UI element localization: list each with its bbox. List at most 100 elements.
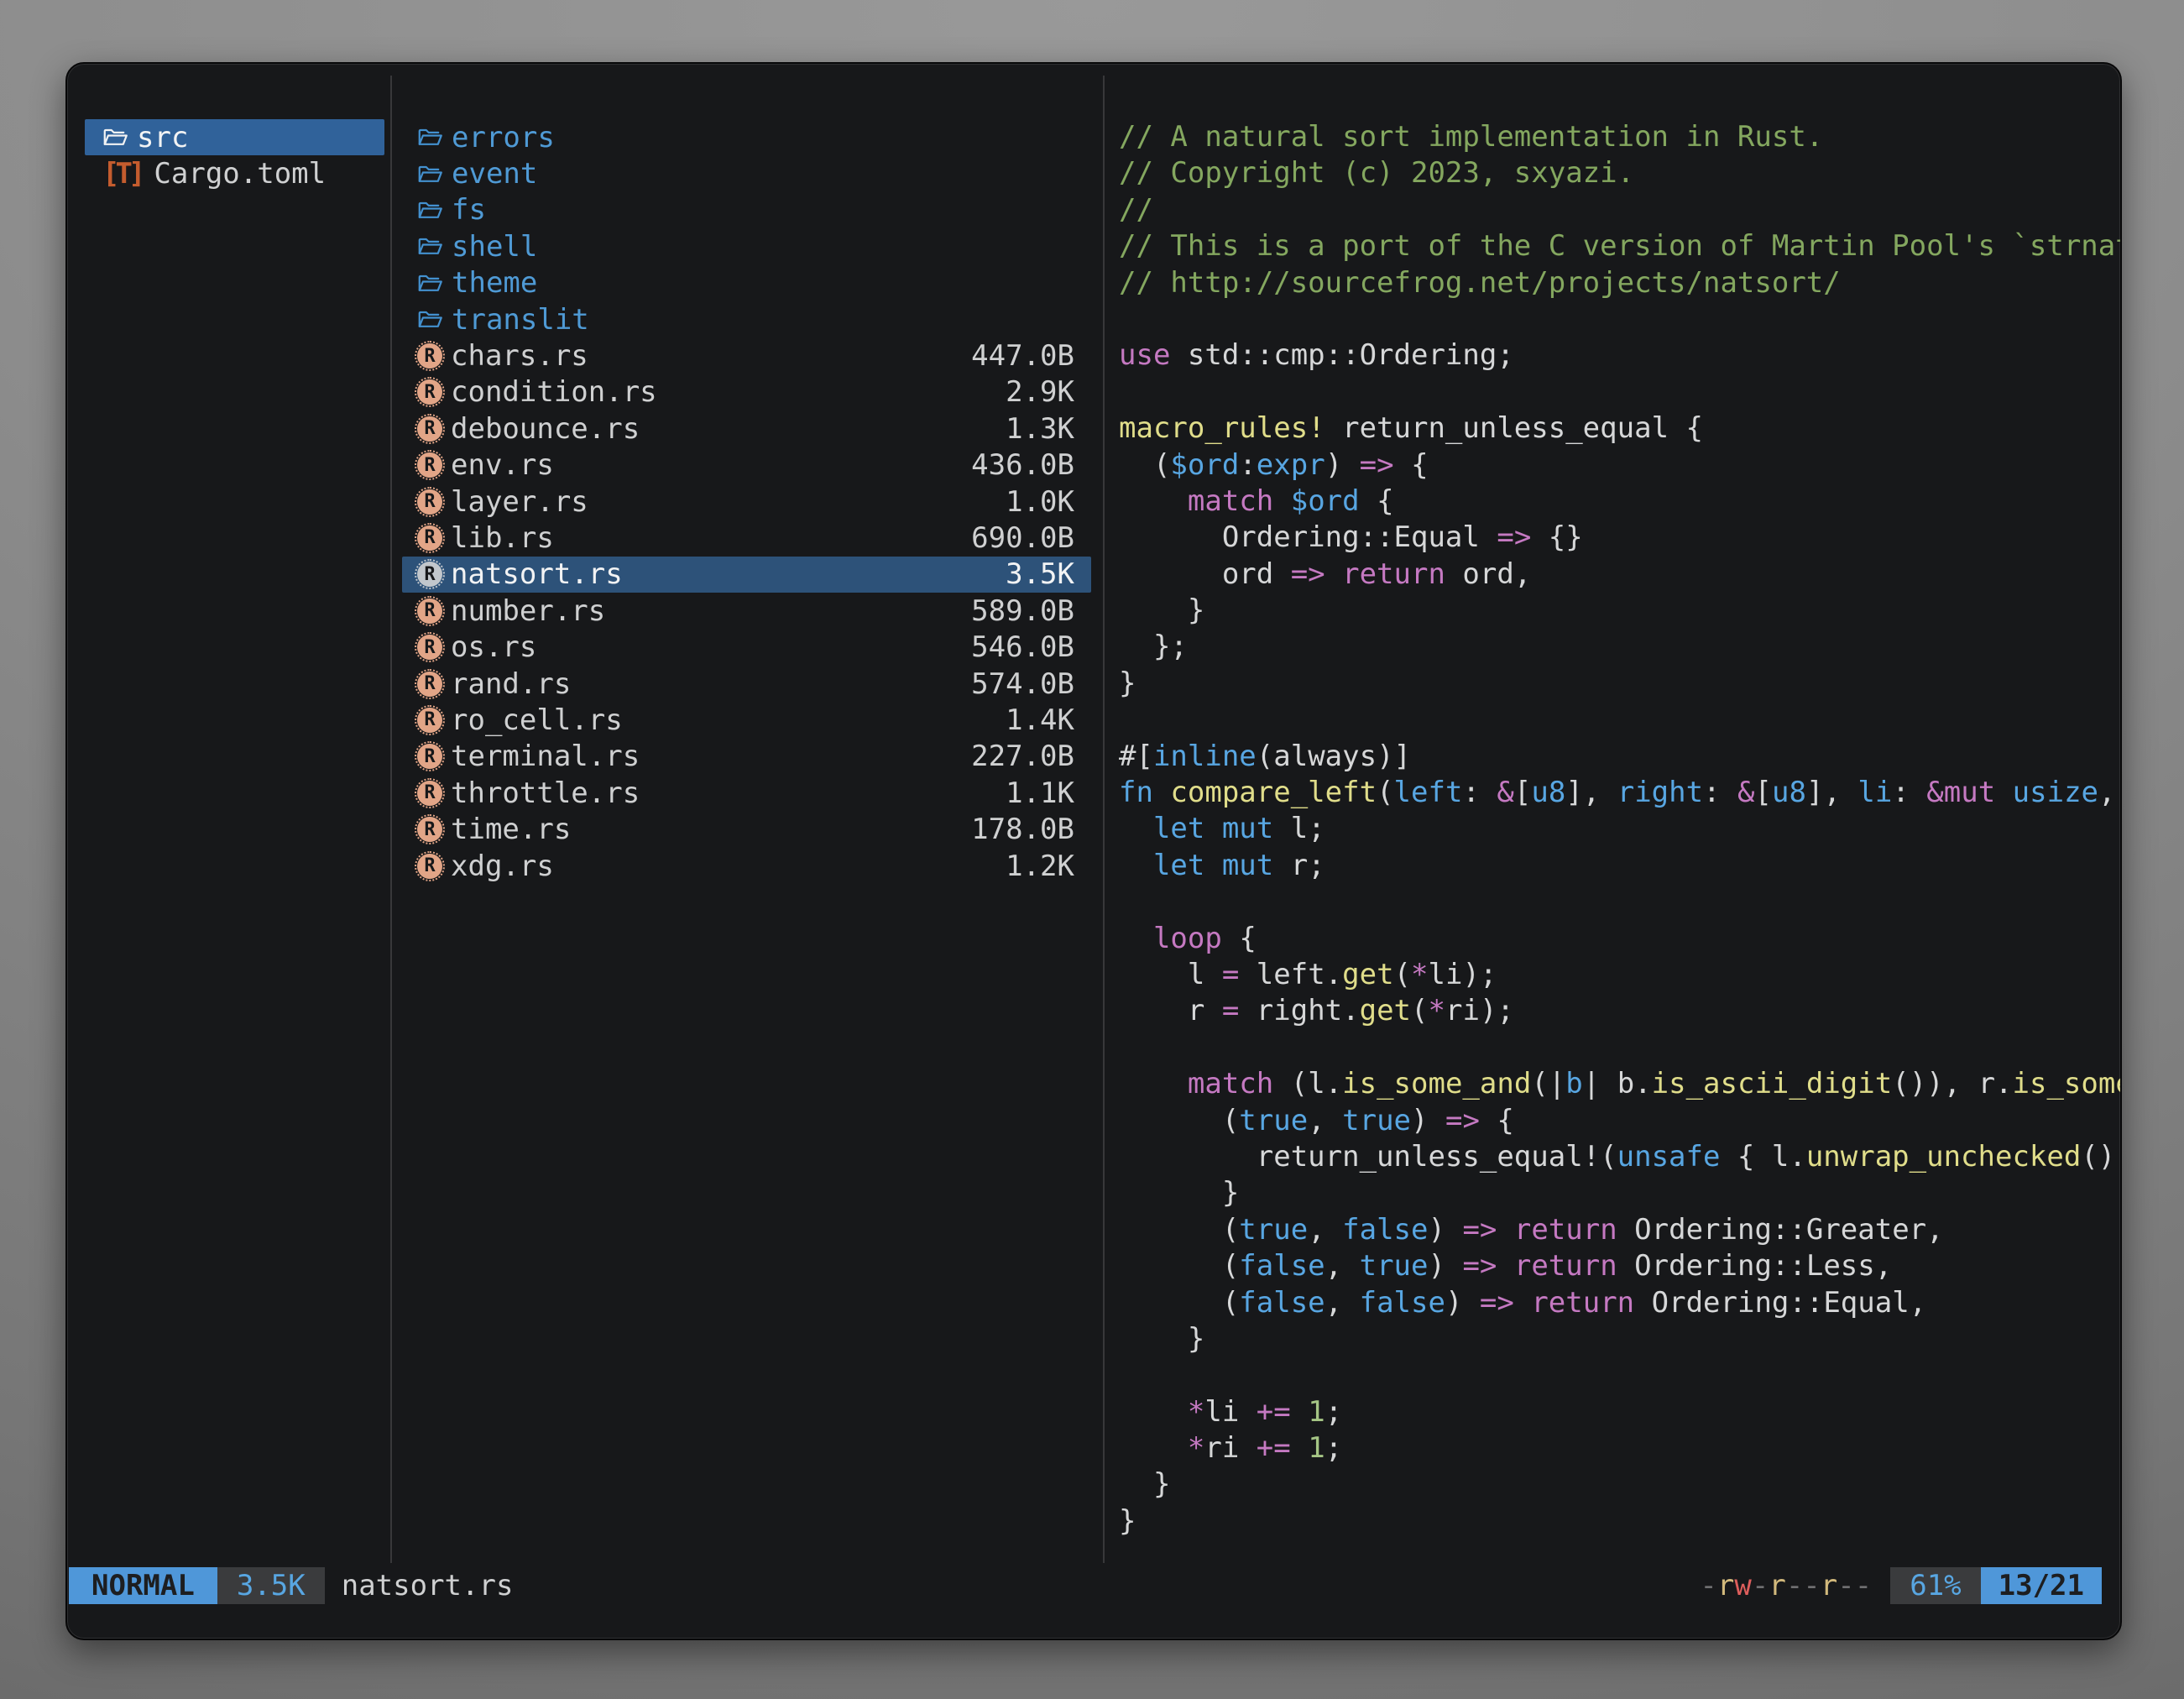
code-line [1119,702,2120,738]
file-name: event [452,157,537,191]
code-line: (false, false) => return Ordering::Equal… [1119,1285,2120,1321]
scroll-percent-badge: 61% [1890,1567,1980,1604]
file-name: time.rs [451,813,571,846]
file-row-errors[interactable]: errors [402,119,1091,155]
code-line: let mut r; [1119,848,2120,884]
file-size: 227.0B [971,740,1091,773]
file-name: natsort.rs [451,557,623,591]
file-row-terminal.rs[interactable]: Rterminal.rs227.0B [402,739,1091,775]
file-size: 436.0B [971,448,1091,482]
file-row-os.rs[interactable]: Ros.rs546.0B [402,629,1091,665]
rust-file-icon: R [417,416,442,442]
code-line: loop { [1119,921,2120,957]
code-line: } [1119,1321,2120,1357]
file-name: layer.rs [451,485,588,519]
file-name: lib.rs [451,521,554,555]
code-line: } [1119,1175,2120,1211]
rust-file-icon: R [417,599,442,624]
current-pane: errorseventfsshellthemetranslit Rchars.rs… [392,76,1105,1563]
file-name: ro_cell.rs [451,703,623,737]
file-row-condition.rs[interactable]: Rcondition.rs 2.9K [402,374,1091,410]
file-row-natsort.rs[interactable]: Rnatsort.rs3.5K [402,557,1091,593]
file-row-lib.rs[interactable]: Rlib.rs690.0B [402,520,1091,556]
file-size: 1.4K [1006,703,1091,737]
file-row-throttle.rs[interactable]: Rthrottle.rs1.1K [402,775,1091,811]
code-line: (true, true) => { [1119,1103,2120,1139]
code-line: } [1119,593,2120,629]
rust-file-icon: R [417,452,442,478]
code-line [1119,884,2120,920]
file-name: fs [452,193,486,227]
file-row-theme[interactable]: theme [402,265,1091,301]
file-size: 546.0B [971,630,1091,664]
file-row-translit[interactable]: translit [402,301,1091,337]
rust-file-icon: R [417,817,442,842]
file-row-rand.rs[interactable]: Rrand.rs574.0B [402,666,1091,702]
file-size: 178.0B [971,813,1091,846]
parent-item-src[interactable]: src [85,119,384,155]
file-row-env.rs[interactable]: Renv.rs 436.0B [402,447,1091,484]
code-line: ord => return ord, [1119,557,2120,593]
code-line: l = left.get(*li); [1119,957,2120,993]
file-row-event[interactable]: event [402,155,1091,191]
code-line: // This is a port of the C version of Ma… [1119,228,2120,264]
code-line: // A natural sort implementation in Rust… [1119,119,2120,155]
rust-file-icon: R [417,379,442,405]
file-name: throttle.rs [451,776,640,810]
file-row-shell[interactable]: shell [402,228,1091,264]
preview-pane: // A natural sort implementation in Rust… [1105,76,2120,1563]
file-name: env.rs [451,448,554,482]
code-line: // [1119,192,2120,228]
file-name: xdg.rs [451,850,554,883]
code-line: *li += 1; [1119,1394,2120,1430]
rust-file-icon: R [417,672,442,697]
file-name: number.rs [451,594,605,628]
file-name: condition.rs [451,375,657,409]
code-line: *ri += 1; [1119,1430,2120,1466]
file-size: 2.9K [1006,375,1091,409]
parent-item-Cargo.toml[interactable]: [T]Cargo.toml [85,155,384,191]
code-line [1119,301,2120,337]
code-line: // Copyright (c) 2023, sxyazi. [1119,155,2120,191]
status-right-group: -rw-r--r-- 61% 13/21 [1700,1567,2120,1604]
open-folder-icon [102,125,128,149]
file-row-fs[interactable]: fs [402,192,1091,228]
file-size: 1.0K [1006,485,1091,519]
code-line: match $ord { [1119,484,2120,520]
file-name: chars.rs [451,339,588,373]
code-line: (false, true) => return Ordering::Less, [1119,1248,2120,1284]
code-line [1119,374,2120,410]
file-row-xdg.rs[interactable]: Rxdg.rs1.2K [402,848,1091,884]
file-size: 1.3K [1006,412,1091,446]
code-line: let mut l; [1119,811,2120,847]
code-line: #[inline(always)] [1119,739,2120,775]
file-row-chars.rs[interactable]: Rchars.rs447.0B [402,337,1091,374]
file-row-layer.rs[interactable]: Rlayer.rs 1.0K [402,484,1091,520]
panes-container: src[T]Cargo.toml errorseventfsshelltheme… [67,76,2120,1563]
file-size: 447.0B [971,339,1091,373]
file-name: os.rs [451,630,536,664]
permissions-text: -rw-r--r-- [1700,1569,1872,1602]
file-name: translit [452,303,589,337]
code-line: macro_rules! return_unless_equal { [1119,410,2120,447]
rust-file-icon: R [417,708,442,733]
file-size: 574.0B [971,667,1091,701]
code-line: (true, false) => return Ordering::Greate… [1119,1212,2120,1248]
code-line: } [1119,1503,2120,1540]
code-line: use std::cmp::Ordering; [1119,337,2120,374]
parent-pane: src[T]Cargo.toml [67,76,392,1563]
file-row-time.rs[interactable]: Rtime.rs 178.0B [402,811,1091,847]
status-bar: NORMAL 3.5K natsort.rs -rw-r--r-- 61% 13… [69,1567,2120,1604]
file-size: 1.1K [1006,776,1091,810]
rust-file-icon: R [417,489,442,515]
file-name: theme [452,266,537,300]
code-line: fn compare_left(left: &[u8], right: &[u8… [1119,775,2120,811]
file-row-ro_cell.rs[interactable]: Rro_cell.rs 1.4K [402,702,1091,738]
file-size: 690.0B [971,521,1091,555]
file-size: 1.2K [1006,850,1091,883]
code-line: } [1119,1466,2120,1503]
open-folder-icon [417,271,443,295]
file-row-debounce.rs[interactable]: Rdebounce.rs1.3K [402,410,1091,447]
open-folder-icon [417,234,443,259]
file-row-number.rs[interactable]: Rnumber.rs589.0B [402,593,1091,629]
